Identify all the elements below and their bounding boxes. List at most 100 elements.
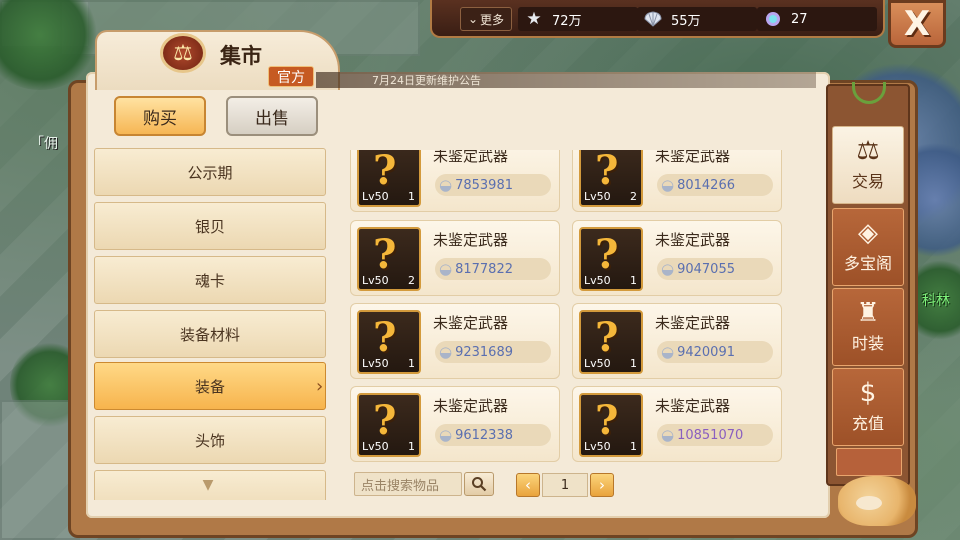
side-ornament [836,448,902,476]
category-list[interactable]: 公示期 银贝 魂卡 装备材料 装备 头饰 [94,148,326,500]
buy-tab[interactable]: 购买 [114,96,206,136]
item-name: 未鉴定武器 [433,314,509,332]
side-tab-trade[interactable]: ⚖ 交易 [832,126,904,204]
item-count: 1 [408,440,415,453]
item-name: 未鉴定武器 [655,231,731,249]
resource-gem: 27 [757,7,877,31]
shell-icon [643,9,663,29]
item-card[interactable]: ? Lv50 1 未鉴定武器 ◒ 9231689 [350,303,560,379]
page-number: 1 [542,473,588,497]
item-count: 1 [630,274,637,287]
item-card[interactable]: ? Lv50 1 未鉴定武器 ◒ 9420091 [572,303,782,379]
side-tab-treasure[interactable]: ◈ 多宝阁 [832,208,904,286]
category-item[interactable]: 魂卡 [94,256,326,304]
close-button[interactable]: X [888,0,946,48]
scale-icon: ⚖ [856,136,880,166]
item-card[interactable]: ? Lv50 1 未鉴定武器 ◒ 9612338 [350,386,560,462]
next-page-button[interactable]: › [590,473,614,497]
unknown-weapon-icon: ? [595,314,619,361]
item-thumbnail: ? Lv50 2 [357,227,421,291]
item-thumbnail: ? Lv50 1 [357,150,421,207]
item-level: Lv50 [584,357,611,370]
price-value: 8177822 [455,261,513,277]
item-grid: ? Lv50 1 未鉴定武器 ◒ 7853981 ? Lv50 2 未鉴定武器 … [340,150,810,466]
category-item-active[interactable]: 装备 [94,362,326,410]
chevron-down-icon[interactable]: ▼ [196,478,220,492]
star-icon: ★ [526,8,542,29]
item-level: Lv50 [584,274,611,287]
item-price: ◒ 9612338 [435,424,551,446]
world-npc-label[interactable]: 科林 [922,290,950,310]
item-thumbnail: ? Lv50 2 [579,150,643,207]
unknown-weapon-icon: ? [373,397,397,444]
item-price: ◒ 10851070 [657,424,773,446]
item-name: 未鉴定武器 [655,150,731,165]
category-item[interactable]: 装备材料 [94,310,326,358]
item-price: ◒ 9047055 [657,258,773,280]
notice-banner[interactable]: 7月24日更新维护公告 [316,72,816,88]
shell-icon: ◒ [661,342,675,361]
category-item[interactable]: 公示期 [94,148,326,196]
item-thumbnail: ? Lv50 1 [357,310,421,374]
side-tab-label: 交易 [851,172,884,191]
item-price: ◒ 8014266 [657,174,773,196]
item-card[interactable]: ? Lv50 1 未鉴定武器 ◒ 7853981 [350,150,560,212]
price-value: 9612338 [455,427,513,443]
price-value: 9231689 [455,344,513,360]
price-value: 9420091 [677,344,735,360]
item-name: 未鉴定武器 [433,397,509,415]
item-level: Lv50 [584,440,611,453]
more-label: 更多 [480,12,505,27]
item-name: 未鉴定武器 [655,397,731,415]
shell-icon: ◒ [439,175,453,194]
resource-value: 27 [791,11,808,27]
item-card[interactable]: ? Lv50 2 未鉴定武器 ◒ 8014266 [572,150,782,212]
more-button[interactable]: ⌄ 更多 [460,7,512,31]
item-card[interactable]: ? Lv50 1 未鉴定武器 ◒ 10851070 [572,386,782,462]
item-card[interactable]: ? Lv50 1 未鉴定武器 ◒ 9047055 [572,220,782,296]
item-count: 1 [630,440,637,453]
sell-tab[interactable]: 出售 [226,96,318,136]
price-value: 10851070 [677,427,744,443]
item-price: ◒ 9420091 [657,341,773,363]
resource-value: 55万 [671,13,701,29]
item-price: ◒ 7853981 [435,174,551,196]
shell-icon: ◒ [661,175,675,194]
resource-value: 72万 [552,13,582,29]
costume-icon: ♜ [856,298,880,328]
unknown-weapon-icon: ? [595,231,619,278]
world-npc-label[interactable]: 「佣 [30,133,58,153]
official-badge: 官方 [268,66,314,87]
side-tab-recharge[interactable]: $ 充值 [832,368,904,446]
price-value: 7853981 [455,177,513,193]
unknown-weapon-icon: ? [595,397,619,444]
prev-page-button[interactable]: ‹ [516,473,540,497]
item-thumbnail: ? Lv50 1 [579,310,643,374]
chevron-right-icon: › [316,376,324,397]
search-input[interactable]: 点击搜索物品 [354,472,462,496]
item-count: 1 [408,357,415,370]
side-tab-costume[interactable]: ♜ 时装 [832,288,904,366]
scale-icon: ⚖ [160,33,206,73]
mascot-pet[interactable] [838,476,916,526]
category-item[interactable]: 头饰 [94,416,326,464]
price-value: 8014266 [677,177,735,193]
gem-icon [763,9,783,29]
search-button[interactable] [464,472,494,496]
item-level: Lv50 [362,357,389,370]
shell-icon: ◒ [661,259,675,278]
item-count: 2 [408,274,415,287]
category-item[interactable]: 银贝 [94,202,326,250]
chevron-down-icon: ⌄ [467,12,479,26]
price-value: 9047055 [677,261,735,277]
item-count: 1 [408,190,415,203]
shell-icon: ◒ [439,342,453,361]
side-tab-label: 时装 [851,334,884,353]
unknown-weapon-icon: ? [373,314,397,361]
search-icon [472,477,487,492]
item-count: 1 [630,357,637,370]
dollar-icon: $ [859,378,877,408]
item-card[interactable]: ? Lv50 2 未鉴定武器 ◒ 8177822 [350,220,560,296]
shell-icon: ◒ [439,259,453,278]
resource-bar: ⌄ 更多 ★ 72万 55万 27 [430,0,885,38]
